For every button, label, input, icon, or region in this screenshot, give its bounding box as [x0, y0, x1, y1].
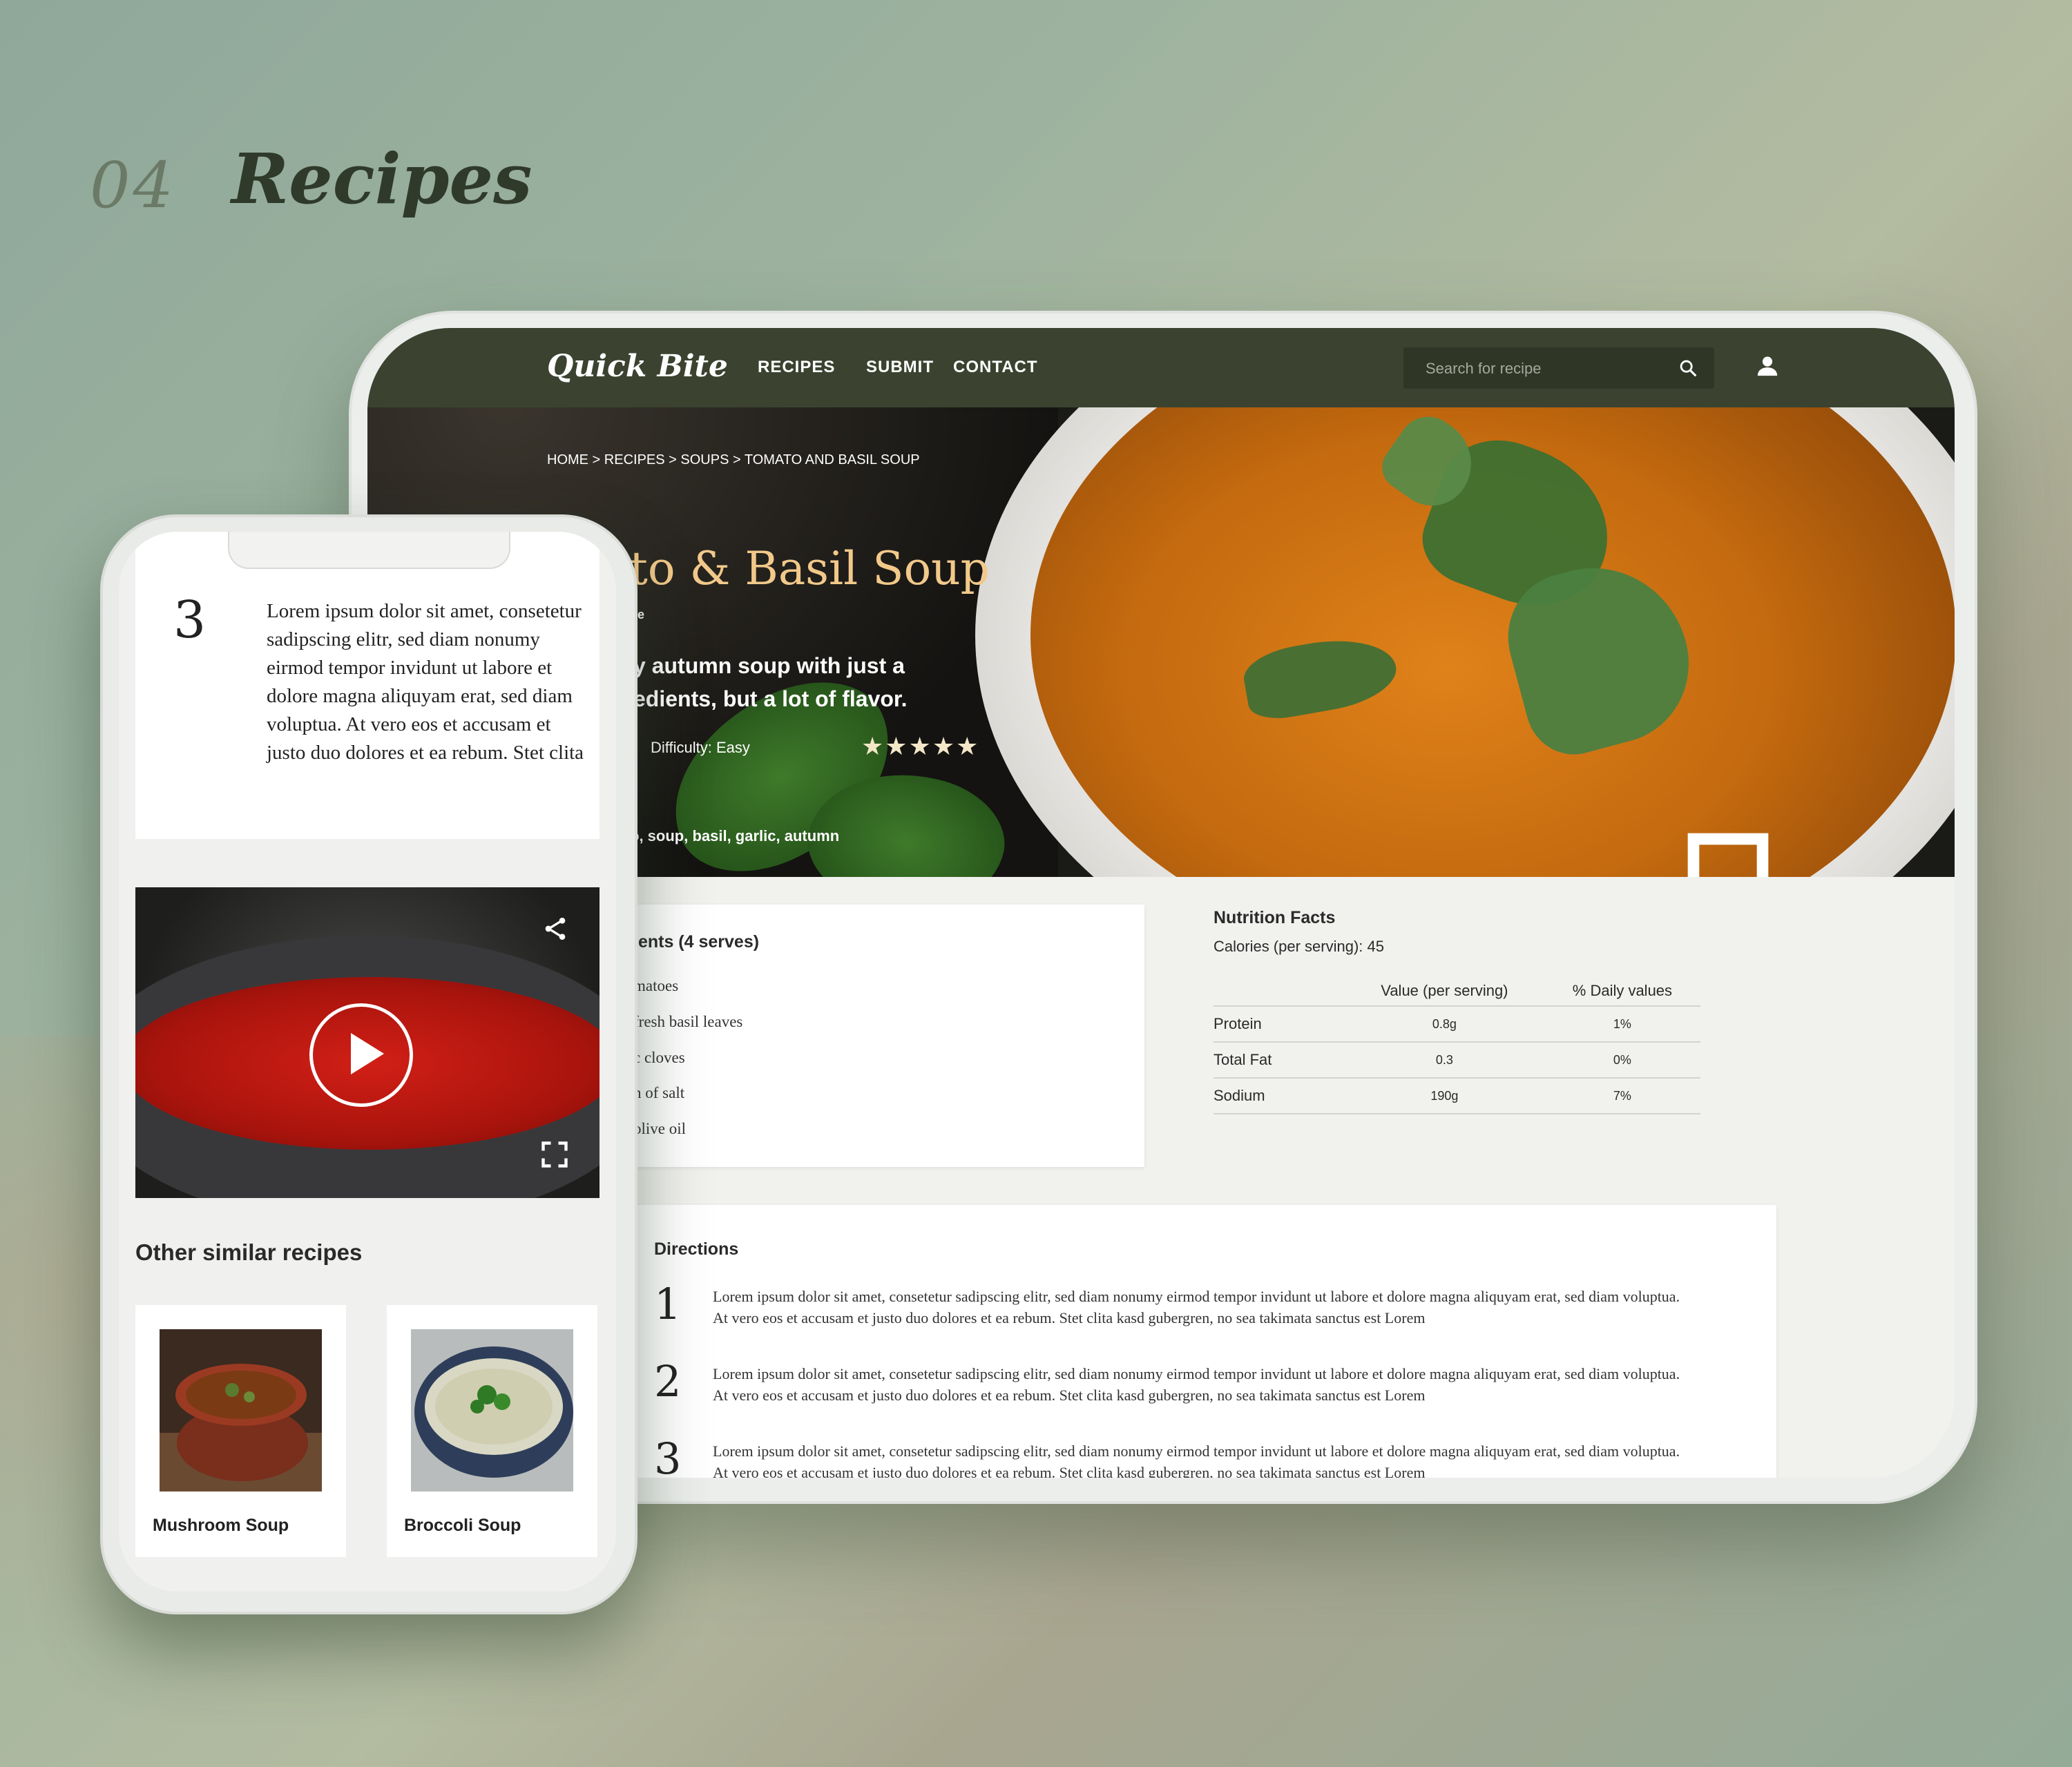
- mobile-step-card: clita 3 Lorem ipsum dolor sit amet, cons…: [135, 532, 599, 839]
- nutrient-value: 0.8g: [1345, 1006, 1544, 1043]
- navbar: Quick Bite RECIPES SUBMIT CONTACT: [367, 328, 1955, 407]
- rating-stars[interactable]: ★★★★★: [861, 732, 979, 761]
- hero-actions: [1659, 822, 1797, 877]
- nutrition-facts: Nutrition Facts Calories (per serving): …: [1214, 908, 1711, 1114]
- step-number: 3: [173, 590, 207, 650]
- ingredient-item: c cloves: [633, 1049, 685, 1066]
- step-text: Lorem ipsum dolor sit amet, consetetur s…: [713, 1442, 1680, 1478]
- difficulty-label: Difficulty: Easy: [651, 739, 750, 756]
- nutrient-name: Sodium: [1214, 1078, 1345, 1114]
- user-icon[interactable]: [1756, 354, 1779, 378]
- nav-submit[interactable]: SUBMIT: [866, 358, 934, 377]
- nutrient-name: Protein: [1214, 1006, 1345, 1043]
- section-title: Recipes: [231, 138, 533, 220]
- nutrition-title: Nutrition Facts: [1214, 908, 1336, 927]
- search-box: [1403, 347, 1714, 389]
- broccoli-soup-image: [411, 1329, 573, 1491]
- table-header-value: Value (per serving): [1345, 976, 1544, 1007]
- nutrient-daily: 0%: [1544, 1042, 1700, 1079]
- nutrient-value: 0.3: [1345, 1042, 1544, 1079]
- similar-recipes-title: Other similar recipes: [135, 1239, 363, 1265]
- ingredient-item: fresh basil leaves: [633, 1013, 743, 1030]
- recipe-title: ato & Basil Soup: [602, 542, 990, 595]
- nutrient-value: 190g: [1345, 1078, 1544, 1114]
- ingredient-item: olive oil: [633, 1120, 687, 1137]
- step-text: Lorem ipsum dolor sit amet, consetetur s…: [713, 1288, 1680, 1326]
- share-icon[interactable]: [541, 915, 569, 943]
- description-line: y autumn soup with just a: [633, 653, 905, 678]
- recipe-description: y autumn soup with just a edients, but a…: [633, 649, 1020, 715]
- step-number: 2: [654, 1356, 682, 1407]
- video-player[interactable]: [135, 887, 599, 1198]
- recipe-name: Broccoli Soup: [404, 1516, 521, 1535]
- nutrition-table: Value (per serving) % Daily values Prote…: [1214, 976, 1700, 1114]
- fullscreen-icon[interactable]: [539, 1139, 570, 1170]
- recipe-card[interactable]: Mushroom Soup: [135, 1305, 346, 1557]
- calories-label: Calories (per serving): 45: [1214, 938, 1384, 955]
- table-row: Total Fat 0.3 0%: [1214, 1042, 1700, 1079]
- nutrient-daily: 1%: [1544, 1006, 1700, 1043]
- play-icon: [351, 1033, 384, 1074]
- ingredient-item: matoes: [633, 977, 679, 994]
- breadcrumb[interactable]: HOME > RECIPES > SOUPS > TOMATO AND BASI…: [547, 452, 920, 468]
- description-line: edients, but a lot of flavor.: [633, 686, 908, 711]
- recipe-tags[interactable]: o, soup, basil, garlic, autumn: [630, 827, 839, 845]
- bookmark-icon[interactable]: [1659, 822, 1797, 877]
- mobile-screen: clita 3 Lorem ipsum dolor sit amet, cons…: [119, 532, 616, 1592]
- nav-contact[interactable]: CONTACT: [953, 358, 1038, 377]
- step-text: Lorem ipsum dolor sit amet, consetetur s…: [267, 600, 584, 764]
- step-number: 3: [654, 1433, 682, 1478]
- table-header-empty: [1214, 976, 1345, 1007]
- nutrient-name: Total Fat: [1214, 1042, 1345, 1079]
- search-icon[interactable]: [1678, 358, 1698, 378]
- ingredients-title: ients (4 serves): [633, 932, 760, 952]
- table-header-row: Value (per serving) % Daily values: [1214, 976, 1700, 1007]
- directions-title: Directions: [654, 1239, 739, 1259]
- recipe-name: Mushroom Soup: [153, 1516, 289, 1535]
- step-number: 1: [654, 1279, 682, 1329]
- recipe-card[interactable]: Broccoli Soup: [387, 1305, 597, 1557]
- table-header-daily: % Daily values: [1544, 976, 1700, 1007]
- ingredient-item: n of salt: [633, 1084, 685, 1101]
- table-row: Protein 0.8g 1%: [1214, 1006, 1700, 1043]
- logo[interactable]: Quick Bite: [547, 349, 728, 384]
- phone-notch: [228, 532, 510, 569]
- step-text: Lorem ipsum dolor sit amet, consetetur s…: [713, 1365, 1680, 1404]
- mushroom-soup-image: [160, 1329, 322, 1491]
- search-input[interactable]: [1424, 357, 1662, 380]
- section-number: 04: [90, 148, 177, 222]
- table-row: Sodium 190g 7%: [1214, 1078, 1700, 1114]
- nav-recipes[interactable]: RECIPES: [758, 358, 835, 377]
- nutrient-daily: 7%: [1544, 1078, 1700, 1114]
- play-button[interactable]: [309, 1003, 413, 1107]
